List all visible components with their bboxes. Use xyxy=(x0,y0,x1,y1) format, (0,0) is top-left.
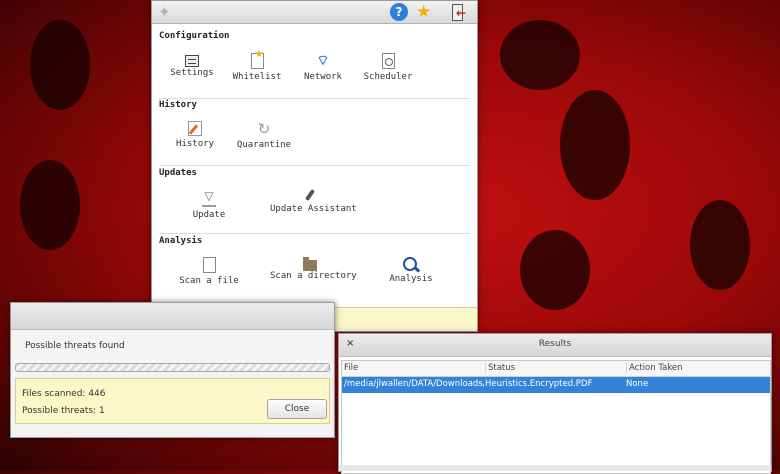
update-icon: ▽ xyxy=(202,189,216,207)
section-title-updates: Updates xyxy=(159,168,197,178)
whitelist-icon xyxy=(250,49,264,69)
scan-file-label: Scan a file xyxy=(179,276,239,286)
scheduler-button[interactable]: Scheduler xyxy=(348,53,428,82)
results-title: Results xyxy=(538,339,572,349)
section-title-analysis: Analysis xyxy=(159,236,203,246)
scheduler-icon xyxy=(381,53,395,69)
quarantine-label: Quarantine xyxy=(236,140,292,150)
background-monkey-silhouette xyxy=(690,200,750,290)
section-title-configuration: Configuration xyxy=(159,31,230,41)
row-file: /media/jlwallen/DATA/Downloads/ xyxy=(344,379,484,389)
results-window: × Results File Status Action Taken /medi… xyxy=(338,333,772,474)
row-action: None xyxy=(626,379,649,389)
files-scanned-text: Files scanned: 446 xyxy=(22,389,106,399)
scan-progress-dialog: Possible threats found Files scanned: 44… xyxy=(10,302,335,438)
results-table-header: File Status Action Taken xyxy=(342,361,770,377)
background-monkey-silhouette xyxy=(520,230,590,310)
analysis-button[interactable]: Analysis xyxy=(371,257,451,284)
background-monkey-silhouette xyxy=(20,160,80,250)
column-header-status[interactable]: Status xyxy=(485,363,626,373)
main-toolbar: ✦ ? ★ ← xyxy=(152,1,477,24)
close-button[interactable]: Close xyxy=(267,399,327,419)
row-status: Heuristics.Encrypted.PDF xyxy=(485,379,593,389)
scan-info-panel: Files scanned: 446 Possible threats: 1 C… xyxy=(15,378,330,424)
network-icon: ⌔ xyxy=(316,53,330,69)
help-icon[interactable]: ? xyxy=(390,3,408,21)
section-divider xyxy=(159,165,470,166)
background-monkey-silhouette xyxy=(500,20,580,90)
table-row[interactable]: /media/jlwallen/DATA/Downloads/ Heuristi… xyxy=(342,377,770,393)
column-header-file[interactable]: File xyxy=(344,363,484,373)
quarantine-icon: ↻ xyxy=(257,120,271,138)
scan-file-button[interactable]: Scan a file xyxy=(169,257,249,286)
scan-file-icon xyxy=(202,257,216,273)
history-label: History xyxy=(176,139,214,149)
background-monkey-silhouette xyxy=(30,20,90,110)
analysis-icon xyxy=(403,257,417,271)
exit-icon[interactable]: ← xyxy=(450,3,468,21)
possible-threats-text: Possible threats: 1 xyxy=(22,406,105,416)
column-header-action-taken[interactable]: Action Taken xyxy=(626,363,769,373)
scan-status-message: Possible threats found xyxy=(25,341,125,351)
history-button[interactable]: History xyxy=(155,121,235,149)
section-divider xyxy=(159,233,470,234)
scan-directory-icon xyxy=(303,257,317,271)
clamtk-main-window: ✦ ? ★ ← Configuration Settings Whitelist… xyxy=(151,0,478,332)
update-assistant-label: Update Assistant xyxy=(270,204,357,214)
scan-progress-bar xyxy=(15,363,330,372)
results-table: File Status Action Taken /media/jlwallen… xyxy=(341,360,771,474)
scheduler-label: Scheduler xyxy=(363,72,413,82)
results-bottom-toolbar xyxy=(339,465,771,471)
dialog-titlebar[interactable] xyxy=(11,303,334,330)
update-assistant-button[interactable]: Update Assistant xyxy=(270,188,357,214)
quarantine-button[interactable]: ↻ Quarantine xyxy=(224,121,304,150)
background-monkey-silhouette xyxy=(560,90,630,200)
star-icon[interactable]: ★ xyxy=(416,3,434,21)
update-assistant-icon xyxy=(304,188,316,202)
results-titlebar[interactable]: × Results xyxy=(339,334,771,357)
history-icon xyxy=(188,121,202,136)
update-label: Update xyxy=(192,210,226,220)
results-table-empty-area xyxy=(342,393,770,473)
scan-directory-label: Scan a directory xyxy=(270,271,357,281)
app-logo-icon: ✦ xyxy=(158,3,171,21)
section-title-history: History xyxy=(159,100,197,110)
update-button[interactable]: ▽ Update xyxy=(169,189,249,220)
analysis-label: Analysis xyxy=(389,274,433,284)
scan-directory-button[interactable]: Scan a directory xyxy=(270,257,357,281)
settings-icon xyxy=(185,55,199,67)
section-divider xyxy=(159,98,470,99)
